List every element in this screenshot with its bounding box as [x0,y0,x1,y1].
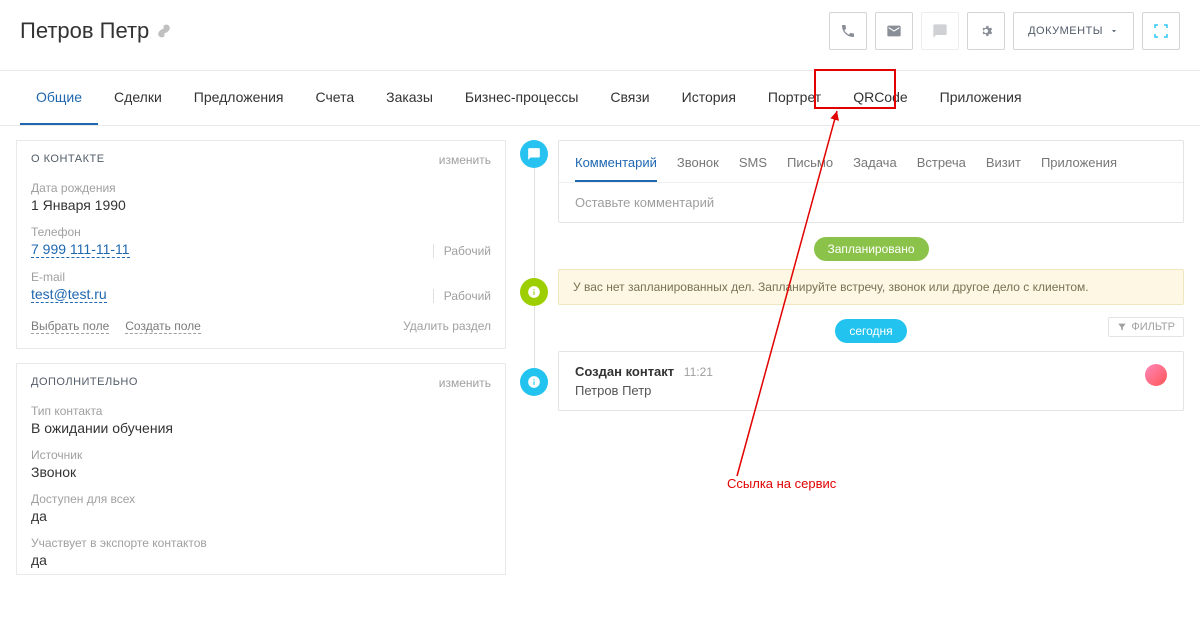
planned-badge-row: Запланировано [558,223,1184,269]
ctab-meeting[interactable]: Встреча [917,141,966,182]
info-marker-icon [520,278,548,306]
email-label: E-mail [31,270,491,284]
tab-deals[interactable]: Сделки [98,71,178,125]
comment-box: Комментарий Звонок SMS Письмо Задача Вст… [558,140,1184,223]
documents-button[interactable]: ДОКУМЕНТЫ [1013,12,1134,50]
additional-panel-title: ДОПОЛНИТЕЛЬНО [31,376,138,390]
avail-value: да [31,508,491,524]
contact-panel: О КОНТАКТЕ изменить Дата рождения 1 Янва… [16,140,506,349]
today-badge: сегодня [835,319,906,343]
call-icon[interactable] [829,12,867,50]
expand-icon[interactable] [1142,12,1180,50]
export-label: Участвует в экспорте контактов [31,536,491,550]
ctab-comment[interactable]: Комментарий [575,141,657,182]
no-plans-block: У вас нет запланированных дел. Запланиру… [558,269,1184,305]
tab-general[interactable]: Общие [20,71,98,125]
created-card: Создан контакт 11:21 Петров Петр [558,351,1184,411]
timeline-content: Комментарий Звонок SMS Письмо Задача Вст… [558,140,1184,411]
delete-section-link[interactable]: Удалить раздел [403,319,491,334]
tab-history[interactable]: История [666,71,752,125]
tab-offers[interactable]: Предложения [178,71,300,125]
tab-processes[interactable]: Бизнес-процессы [449,71,594,125]
timeline: Комментарий Звонок SMS Письмо Задача Вст… [520,140,1184,411]
planned-badge: Запланировано [814,237,929,261]
main-tabs: Общие Сделки Предложения Счета Заказы Би… [0,71,1200,126]
main-content: О КОНТАКТЕ изменить Дата рождения 1 Янва… [0,126,1200,589]
email-value[interactable]: test@test.ru [31,286,107,303]
created-title: Создан контакт [575,364,674,379]
tab-links[interactable]: Связи [594,71,665,125]
page-title: Петров Петр [20,18,171,44]
phone-type: Рабочий [433,244,491,258]
tab-invoices[interactable]: Счета [300,71,371,125]
email-type: Рабочий [433,289,491,303]
comment-tabs: Комментарий Звонок SMS Письмо Задача Вст… [559,141,1183,183]
link-icon[interactable] [157,24,171,38]
page-header: Петров Петр ДОКУМЕНТЫ [0,0,1200,71]
dob-value: 1 Января 1990 [31,197,491,213]
ctab-apps[interactable]: Приложения [1041,141,1117,182]
select-field-link[interactable]: Выбрать поле [31,319,109,334]
event-marker-icon [520,368,548,396]
phone-label: Телефон [31,225,491,239]
create-field-link[interactable]: Создать поле [125,319,201,334]
phone-value[interactable]: 7 999 111-11-11 [31,241,130,258]
filter-button[interactable]: ФИЛЬТР [1108,317,1184,337]
tab-portrait[interactable]: Портрет [752,71,837,125]
header-actions: ДОКУМЕНТЫ [829,12,1180,50]
details-sidebar: О КОНТАКТЕ изменить Дата рождения 1 Янва… [16,140,506,575]
ctab-call[interactable]: Звонок [677,141,719,182]
ctab-task[interactable]: Задача [853,141,897,182]
additional-panel: ДОПОЛНИТЕЛЬНО изменить Тип контакта В ож… [16,363,506,575]
avail-label: Доступен для всех [31,492,491,506]
timeline-markers [520,140,548,411]
ctab-mail[interactable]: Письмо [787,141,833,182]
chevron-down-icon [1109,26,1119,36]
ctab-visit[interactable]: Визит [986,141,1021,182]
source-label: Источник [31,448,491,462]
export-value: да [31,552,491,568]
documents-label: ДОКУМЕНТЫ [1028,25,1103,37]
comment-marker-icon [520,140,548,168]
tab-qrcode[interactable]: QRCode [837,71,923,125]
dob-label: Дата рождения [31,181,491,195]
comment-input[interactable]: Оставьте комментарий [559,183,1183,222]
funnel-icon [1117,322,1127,332]
today-badge-row: сегодня ФИЛЬТР [558,305,1184,351]
contact-name: Петров Петр [20,18,149,44]
created-time: 11:21 [684,365,713,379]
type-label: Тип контакта [31,404,491,418]
contact-edit-link[interactable]: изменить [439,153,491,167]
source-value: Звонок [31,464,491,480]
avatar[interactable] [1145,364,1167,386]
additional-edit-link[interactable]: изменить [439,376,491,390]
tab-orders[interactable]: Заказы [370,71,449,125]
mail-icon[interactable] [875,12,913,50]
tab-apps[interactable]: Приложения [924,71,1038,125]
filter-label: ФИЛЬТР [1131,321,1175,333]
gear-icon[interactable] [967,12,1005,50]
contact-panel-title: О КОНТАКТЕ [31,153,105,167]
ctab-sms[interactable]: SMS [739,141,767,182]
type-value: В ожидании обучения [31,420,491,436]
created-name: Петров Петр [575,383,713,398]
chat-icon[interactable] [921,12,959,50]
